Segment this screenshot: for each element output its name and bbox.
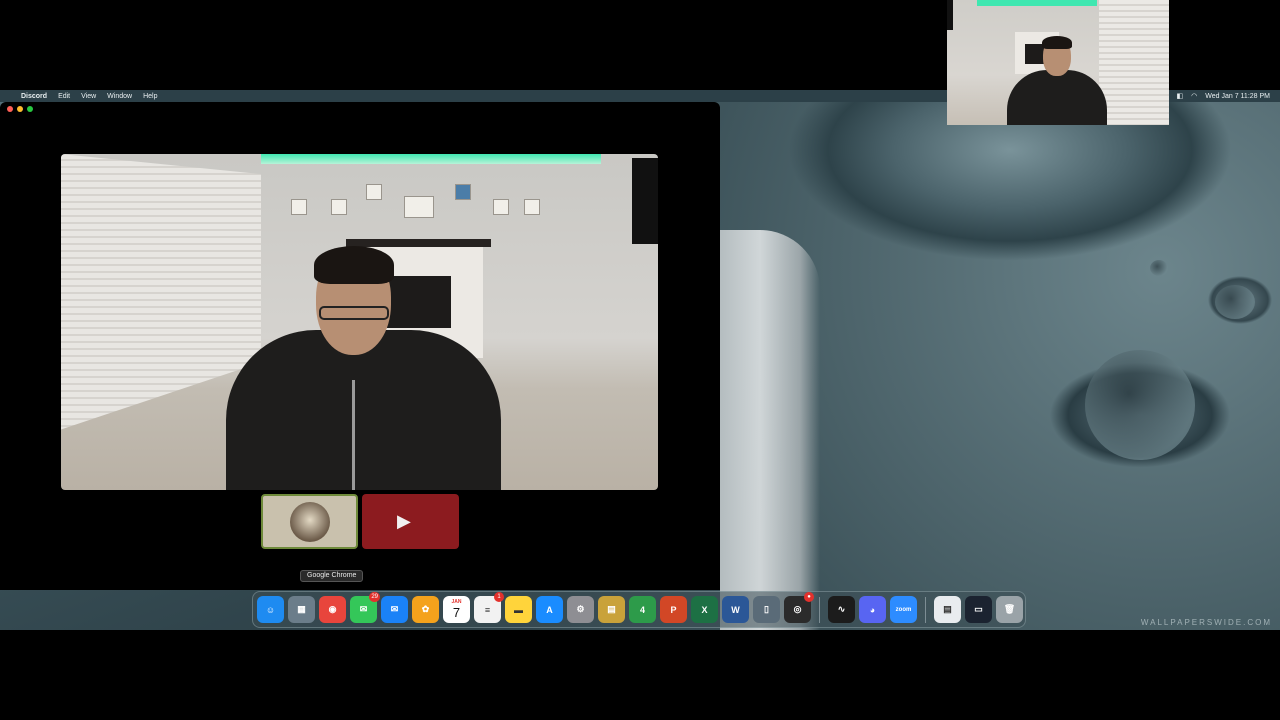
wallpaper-astronaut xyxy=(720,230,820,630)
dock-google-chrome[interactable]: ◉ xyxy=(319,596,346,623)
dock-metatrader[interactable]: 4 xyxy=(629,596,656,623)
video-wall-frame xyxy=(404,196,434,218)
participant-tile-camera-off[interactable]: ▶ xyxy=(362,494,459,549)
control-center-icon[interactable]: ◧ xyxy=(1177,92,1184,100)
participant-tile-avatar[interactable] xyxy=(261,494,358,549)
avatar xyxy=(290,502,330,542)
wallpaper-crater xyxy=(1085,350,1195,460)
calendar-day: 7 xyxy=(452,605,461,620)
dock-word[interactable]: W xyxy=(722,596,749,623)
document-icon: ▤ xyxy=(943,604,952,614)
zoom-icon: zoom xyxy=(895,606,912,613)
dock-excel[interactable]: X xyxy=(691,596,718,623)
dock-trash[interactable]: 🗑 xyxy=(996,596,1023,623)
video-wall-frame xyxy=(493,199,509,215)
dock-iphone-mirroring[interactable]: ▯ xyxy=(753,596,780,623)
camera-preview-overlay[interactable] xyxy=(947,0,1169,125)
menu-edit[interactable]: Edit xyxy=(58,93,70,100)
video-wall-frame xyxy=(524,199,540,215)
dock-obs[interactable]: ◎ ● xyxy=(784,592,814,623)
dock-mail[interactable]: ✉ xyxy=(381,596,408,623)
dock-messages[interactable]: ✉ 29 xyxy=(350,592,380,623)
excel-icon: X xyxy=(701,604,708,615)
finder-icon: ☺ xyxy=(265,604,276,615)
dock-calendar[interactable]: JAN 7 xyxy=(443,596,470,623)
dock-screenshot[interactable]: ▭ xyxy=(965,596,992,623)
menu-app-discord[interactable]: Discord xyxy=(21,93,47,100)
menu-window[interactable]: Window xyxy=(107,93,132,100)
dock-photos[interactable]: ✿ xyxy=(412,596,439,623)
pip-person xyxy=(1007,70,1107,125)
wallpaper-crater xyxy=(1215,285,1255,319)
launchpad-icon: ▦ xyxy=(297,604,306,614)
dock-separator xyxy=(819,596,820,623)
trash-icon: 🗑 xyxy=(1003,604,1016,614)
dock-launchpad[interactable]: ▦ xyxy=(288,596,315,623)
dock-system-settings[interactable]: ⚙ xyxy=(567,596,594,623)
menu-view[interactable]: View xyxy=(81,93,96,100)
camera-off-icon: ▶ xyxy=(397,511,411,531)
dock-zoom[interactable]: zoom xyxy=(890,596,917,623)
screenshot-icon: ▭ xyxy=(974,604,983,614)
archive-icon: ▤ xyxy=(607,604,616,614)
video-mantel xyxy=(346,239,491,247)
dock: ☺ ▦ ◉ ✉ 29 ✉ ✿ JAN 7 ≡ 1 ▬ A ⚙ ▤ 4 P X W ▯ ◎ ● ∿ ◕ zoom ▤ ▭ 🗑 xyxy=(252,591,1026,628)
zoom-window-button[interactable] xyxy=(27,106,33,112)
dock-documents[interactable]: ▤ xyxy=(934,596,961,623)
settings-icon: ⚙ xyxy=(576,604,585,614)
app-store-icon: A xyxy=(546,604,553,615)
wallpaper-watermark: WALLPAPERSWIDE.COM xyxy=(1140,618,1272,627)
video-wall-frame xyxy=(366,184,382,200)
activity-monitor-icon: ∿ xyxy=(837,604,846,614)
reminders-icon: ≡ xyxy=(484,604,491,615)
video-wall-frame xyxy=(455,184,471,200)
wifi-icon[interactable]: ◠ xyxy=(1191,92,1197,100)
dock-app-store[interactable]: A xyxy=(536,596,563,623)
dock-powerpoint[interactable]: P xyxy=(660,596,687,623)
notification-badge: 29 xyxy=(369,592,380,602)
word-icon: W xyxy=(731,604,740,615)
obs-icon: ◎ xyxy=(793,604,802,614)
pip-shutters xyxy=(1099,0,1169,125)
powerpoint-icon: P xyxy=(670,604,677,615)
window-controls xyxy=(7,106,33,112)
chrome-icon: ◉ xyxy=(328,604,337,614)
menu-help[interactable]: Help xyxy=(143,93,157,100)
video-led-strip xyxy=(261,154,601,164)
notification-badge: ● xyxy=(804,592,814,602)
screen: Discord Edit View Window Help ◧ ◠ Wed Ja… xyxy=(0,0,1280,720)
minimize-window-button[interactable] xyxy=(17,106,23,112)
pip-person-hair xyxy=(1042,36,1072,49)
close-window-button[interactable] xyxy=(7,106,13,112)
wallpaper-crater xyxy=(1150,260,1168,276)
dock-notes[interactable]: ▬ xyxy=(505,596,532,623)
video-wall-frame xyxy=(331,199,347,215)
dock-reminders[interactable]: ≡ 1 xyxy=(474,592,504,623)
dock-separator xyxy=(925,596,926,623)
pip-led-strip xyxy=(977,0,1097,6)
dock-archive-utility[interactable]: ▤ xyxy=(598,596,625,623)
photos-icon: ✿ xyxy=(421,604,430,614)
dock-tooltip: Google Chrome xyxy=(300,570,364,582)
mail-icon: ✉ xyxy=(390,604,399,614)
iphone-icon: ▯ xyxy=(764,604,769,614)
metatrader-icon: 4 xyxy=(639,604,645,615)
menu-clock[interactable]: Wed Jan 7 11:28 PM xyxy=(1205,93,1270,100)
dock-activity-monitor[interactable]: ∿ xyxy=(828,596,855,623)
video-participant xyxy=(226,246,501,490)
main-video-stream[interactable] xyxy=(61,154,658,490)
video-tv xyxy=(632,158,658,244)
dock-finder[interactable]: ☺ xyxy=(257,596,284,623)
messages-icon: ✉ xyxy=(359,604,368,614)
dock-discord[interactable]: ◕ xyxy=(859,596,886,623)
menu-bar-status: ◧ ◠ Wed Jan 7 11:28 PM xyxy=(1177,90,1270,102)
discord-icon: ◕ xyxy=(869,604,876,615)
discord-call-window: ▶ xyxy=(0,102,720,590)
notes-icon: ▬ xyxy=(514,604,523,615)
video-wall-frame xyxy=(291,199,307,215)
notification-badge: 1 xyxy=(494,592,504,602)
